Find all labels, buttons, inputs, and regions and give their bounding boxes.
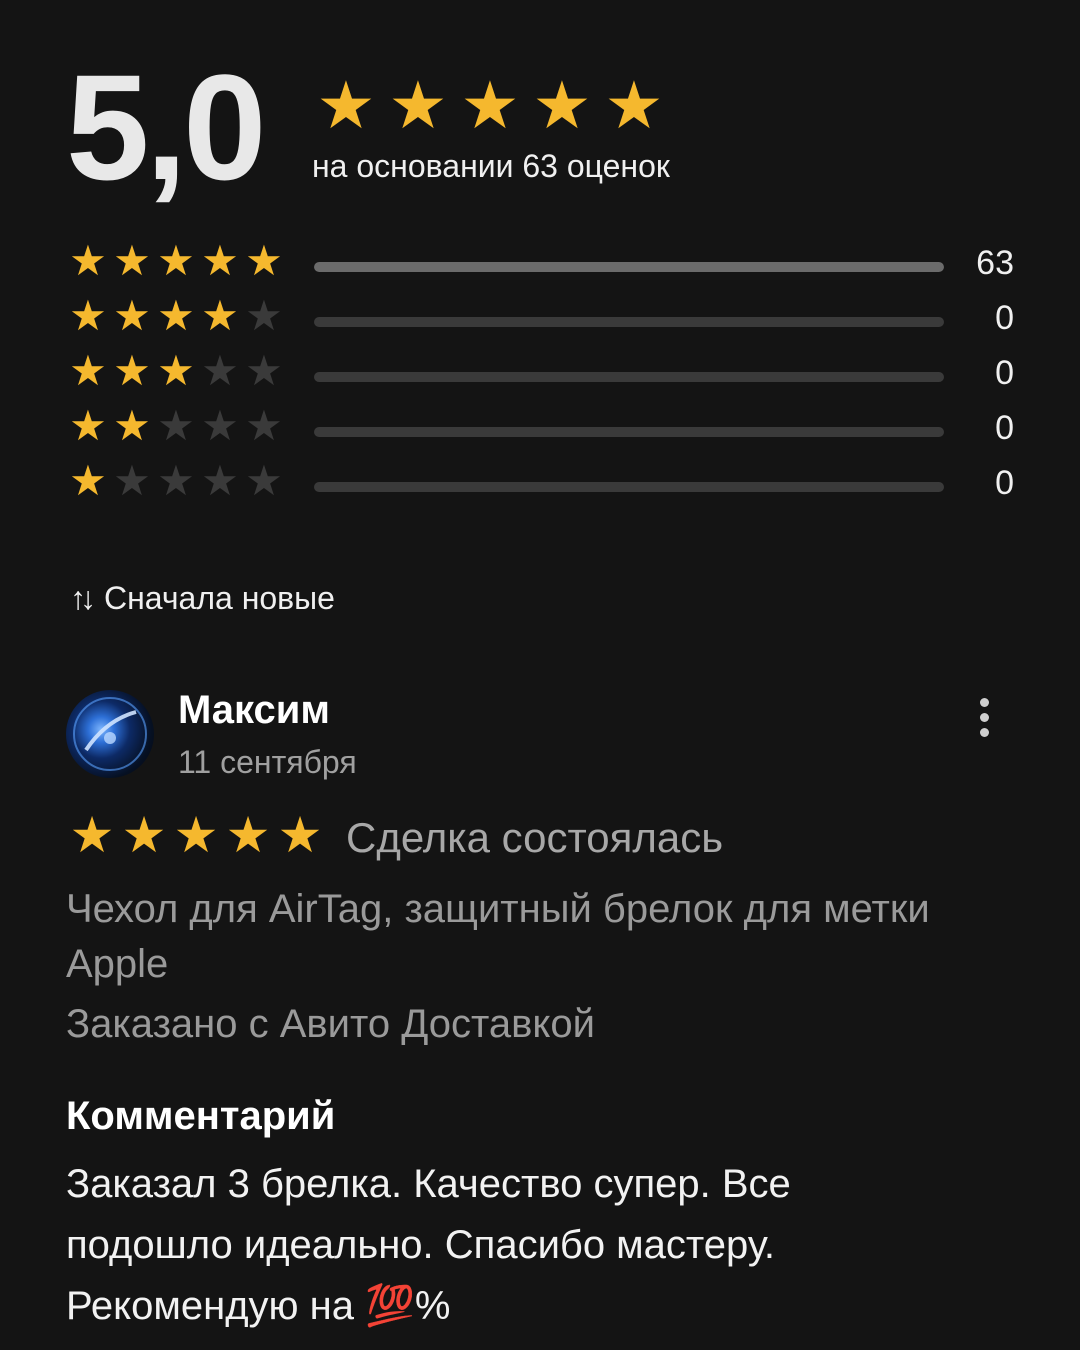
review-date: 11 сентября: [178, 744, 357, 780]
star-icon: ★: [532, 68, 592, 142]
distribution-stars: ★ ★ ★ ★ ★: [66, 350, 286, 392]
distribution-stars: ★ ★ ★ ★ ★: [66, 460, 286, 502]
star-icon: ★: [225, 807, 271, 863]
star-icon: ★: [157, 347, 195, 394]
sort-button[interactable]: ↑↓ Сначала новые: [70, 580, 335, 617]
star-icon: ★: [245, 402, 283, 449]
distribution-stars: ★ ★ ★ ★ ★: [66, 295, 286, 337]
star-icon: ★: [69, 237, 107, 284]
distribution-count: 63: [976, 244, 1014, 282]
star-icon: ★: [69, 347, 107, 394]
star-icon: ★: [277, 807, 323, 863]
distribution-row-3: ★ ★ ★ ★ ★ 0: [66, 350, 1026, 405]
distribution-bar: [314, 482, 944, 492]
star-icon: ★: [201, 347, 239, 394]
star-icon: ★: [316, 68, 376, 142]
star-icon: ★: [69, 457, 107, 504]
star-icon: ★: [113, 402, 151, 449]
more-dot-icon: [980, 713, 989, 722]
distribution-bar: [314, 427, 944, 437]
star-icon: ★: [113, 292, 151, 339]
distribution-stars: ★ ★ ★ ★ ★: [66, 240, 286, 282]
more-dot-icon: [980, 698, 989, 707]
distribution-stars: ★ ★ ★ ★ ★: [66, 405, 286, 447]
star-icon: ★: [201, 402, 239, 449]
sort-arrows-icon: ↑↓: [70, 580, 96, 616]
star-icon: ★: [201, 457, 239, 504]
distribution-row-4: ★ ★ ★ ★ ★ 0: [66, 295, 1026, 350]
star-icon: ★: [604, 68, 664, 142]
avatar-image: [73, 697, 147, 771]
star-icon: ★: [69, 807, 115, 863]
star-icon: ★: [157, 457, 195, 504]
review-stars: ★ ★ ★ ★ ★: [66, 810, 326, 860]
distribution-count: 0: [995, 299, 1014, 337]
star-icon: ★: [157, 292, 195, 339]
distribution-bar: [314, 317, 944, 327]
average-rating-stars: ★ ★ ★ ★ ★: [312, 72, 668, 138]
order-via: Заказано с Авито Доставкой: [66, 1002, 595, 1046]
distribution-row-2: ★ ★ ★ ★ ★ 0: [66, 405, 1026, 460]
distribution-bar-fill: [314, 262, 944, 272]
distribution-row-1: ★ ★ ★ ★ ★ 0: [66, 460, 1026, 515]
distribution-count: 0: [995, 464, 1014, 502]
star-icon: ★: [121, 807, 167, 863]
distribution-count: 0: [995, 409, 1014, 447]
star-icon: ★: [388, 68, 448, 142]
star-icon: ★: [245, 457, 283, 504]
star-icon: ★: [157, 237, 195, 284]
more-options-button[interactable]: [966, 696, 1006, 740]
star-icon: ★: [113, 457, 151, 504]
product-title[interactable]: Чехол для AirTag, защитный брелок для ме…: [66, 882, 966, 992]
distribution-row-5: ★ ★ ★ ★ ★ 63: [66, 240, 1026, 295]
average-rating: 5,0: [66, 43, 267, 211]
star-icon: ★: [460, 68, 520, 142]
comment-label: Комментарий: [66, 1094, 336, 1138]
star-icon: ★: [245, 347, 283, 394]
star-icon: ★: [69, 292, 107, 339]
star-icon: ★: [157, 402, 195, 449]
distribution-bar: [314, 262, 944, 272]
distribution-bar: [314, 372, 944, 382]
star-icon: ★: [113, 347, 151, 394]
star-icon: ★: [201, 292, 239, 339]
star-icon: ★: [113, 237, 151, 284]
avatar[interactable]: [66, 690, 154, 778]
distribution-count: 0: [995, 354, 1014, 392]
sort-label: Сначала новые: [104, 580, 335, 616]
comment-text: Заказал 3 брелка. Качество супер. Все по…: [66, 1162, 791, 1328]
deal-status: Сделка состоялась: [346, 814, 724, 861]
star-icon: ★: [245, 292, 283, 339]
star-icon: ★: [201, 237, 239, 284]
reviewer-name[interactable]: Максим: [178, 688, 330, 733]
star-icon: ★: [69, 402, 107, 449]
ratings-count-caption: на основании 63 оценок: [312, 148, 670, 184]
more-dot-icon: [980, 728, 989, 737]
star-icon: ★: [245, 237, 283, 284]
star-icon: ★: [173, 807, 219, 863]
